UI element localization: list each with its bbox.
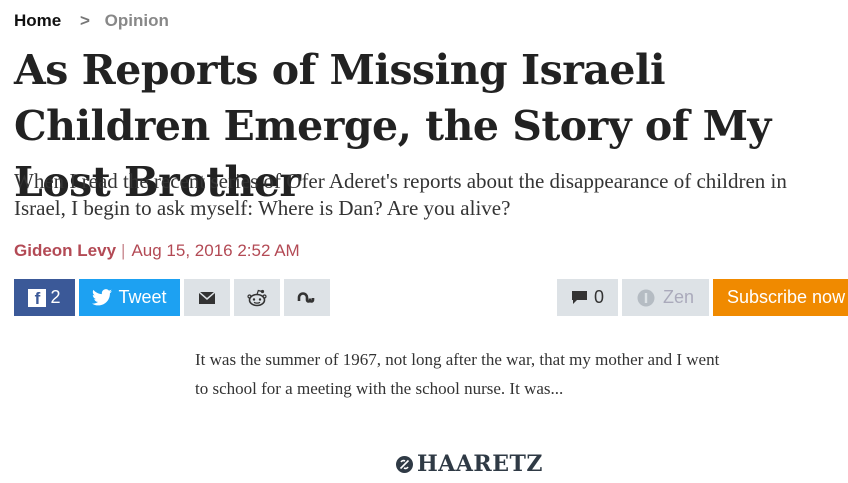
subscribe-button[interactable]: Subscribe now — [713, 279, 848, 316]
breadcrumb: Home > Opinion — [14, 11, 169, 31]
tweet-label: Tweet — [118, 287, 167, 307]
publish-date: Aug 15, 2016 2:52 AM — [131, 241, 300, 260]
speech-bubble-icon — [571, 291, 587, 304]
facebook-share-count: 2 — [50, 287, 61, 307]
article-excerpt: It was the summer of 1967, not long afte… — [195, 350, 720, 398]
zen-mode-button[interactable]: Zen — [622, 279, 709, 316]
comments-button[interactable]: 0 — [557, 279, 618, 316]
stumbleupon-icon — [297, 291, 315, 303]
comments-count: 0 — [593, 287, 604, 307]
haaretz-emblem-icon — [396, 455, 413, 473]
breadcrumb-opinion[interactable]: Opinion — [105, 11, 169, 30]
byline: Gideon Levy | Aug 15, 2016 2:52 AM — [14, 241, 300, 261]
breadcrumb-home[interactable]: Home — [14, 11, 61, 30]
breadcrumb-separator: > — [79, 11, 90, 30]
facebook-share-button[interactable]: f 2 — [14, 279, 75, 316]
logo-text: HAARETZ — [417, 451, 543, 477]
author-link[interactable]: Gideon Levy — [14, 241, 116, 260]
reddit-share-button[interactable] — [234, 279, 280, 316]
twitter-icon — [92, 289, 113, 306]
zen-label: Zen — [662, 287, 695, 307]
byline-separator: | — [121, 241, 126, 260]
article-subtitle: When I read the recent series of Ofer Ad… — [14, 169, 787, 220]
stumbleupon-share-button[interactable] — [284, 279, 330, 316]
zen-icon — [637, 289, 655, 306]
haaretz-logo[interactable]: HAARETZ — [396, 451, 543, 477]
tweet-button[interactable]: Tweet — [79, 279, 180, 316]
facebook-icon: f — [28, 288, 47, 308]
reddit-icon — [247, 289, 267, 306]
email-share-button[interactable] — [184, 279, 230, 316]
envelope-icon — [199, 291, 215, 304]
